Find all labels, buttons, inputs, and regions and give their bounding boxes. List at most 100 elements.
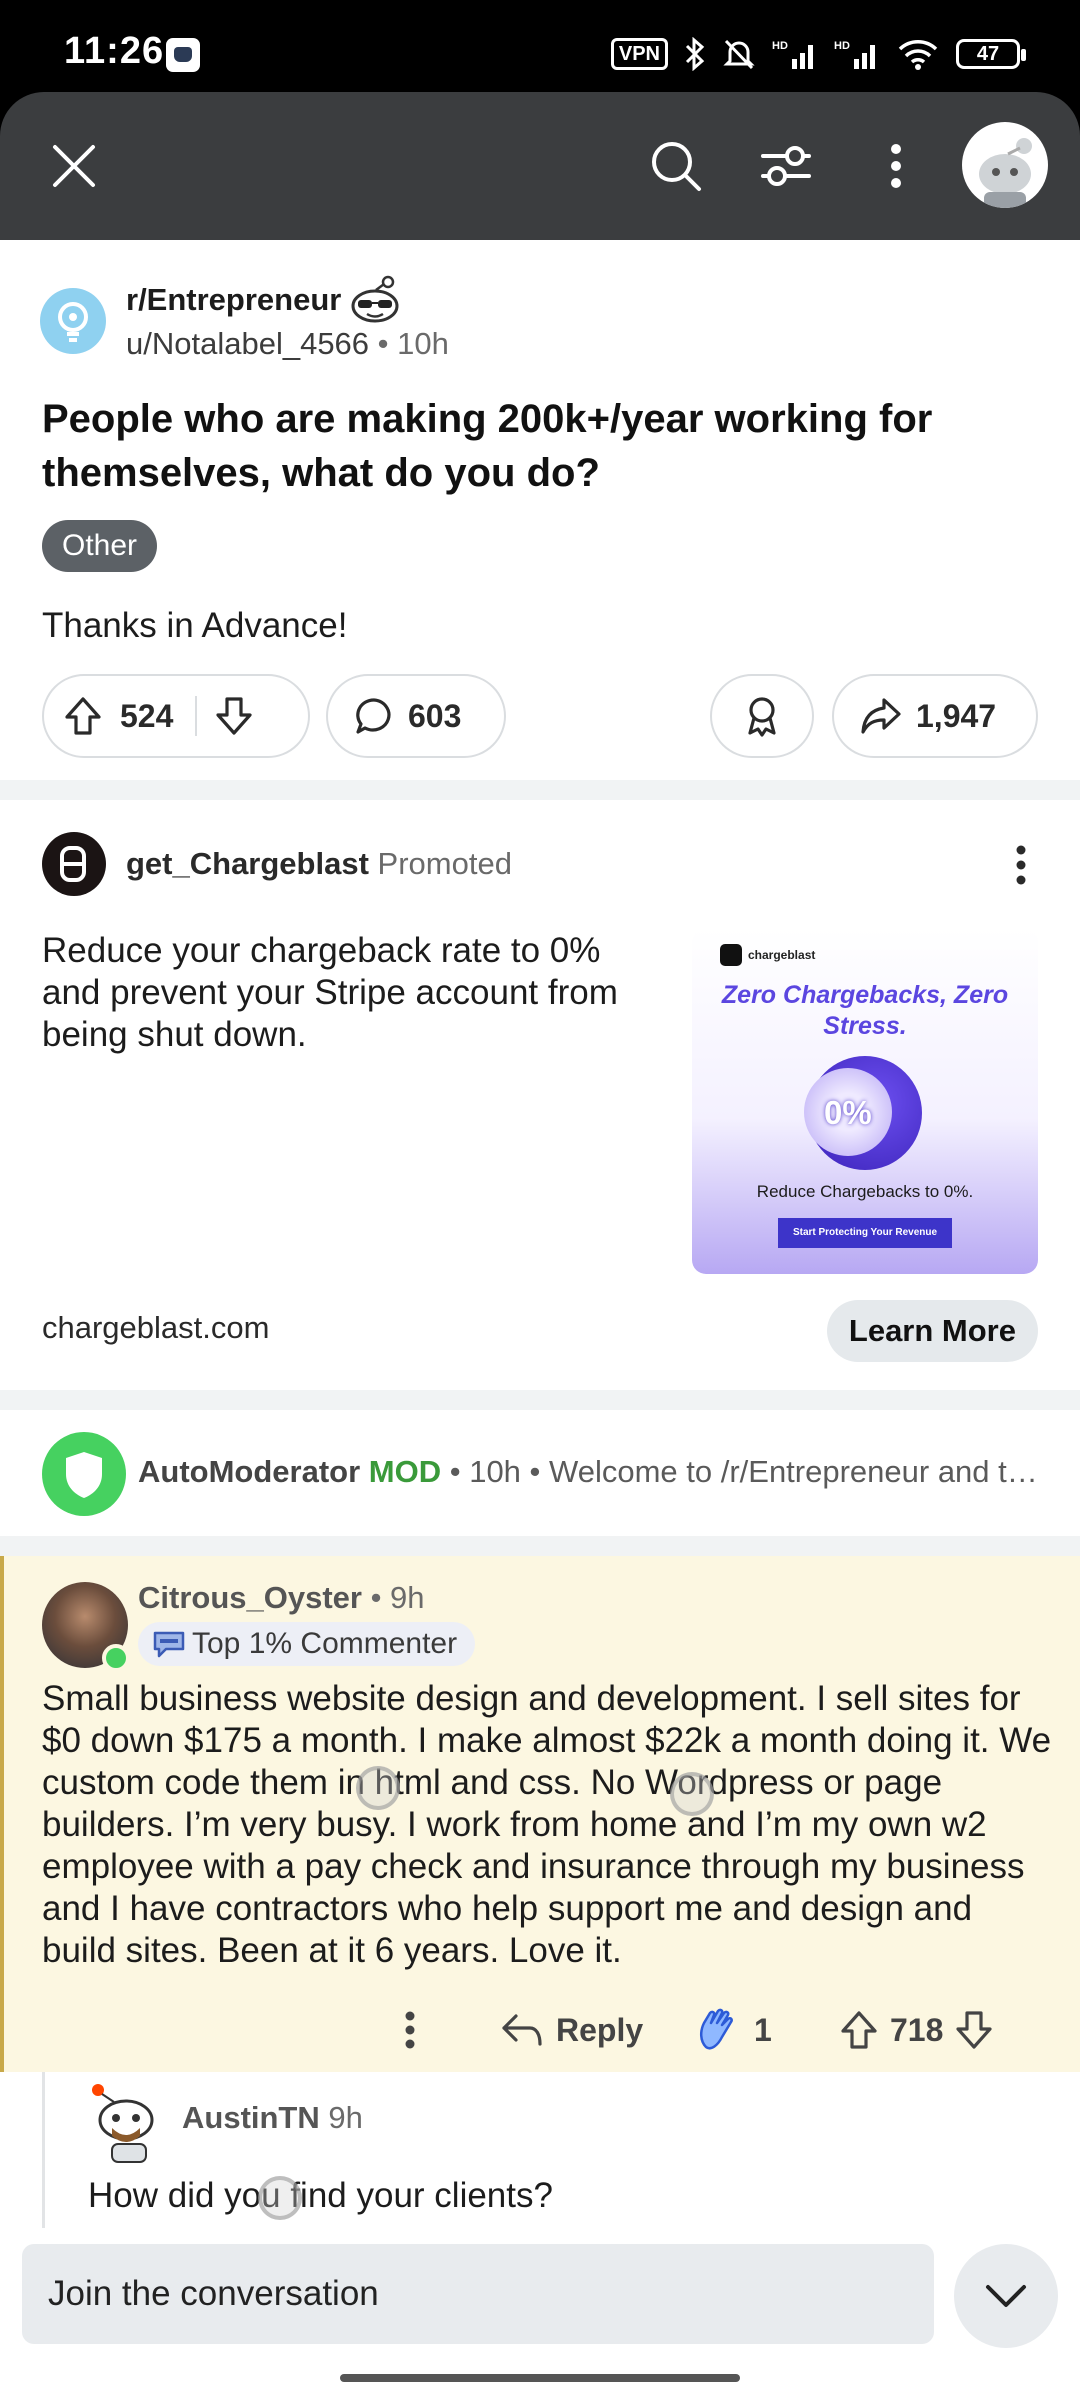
comment-award[interactable]: 1 — [696, 2000, 772, 2060]
search-button[interactable] — [636, 126, 716, 206]
clapping-hands-icon — [700, 2008, 733, 2050]
comment-bubble-icon — [356, 698, 391, 734]
comment-vote: 718 — [840, 2000, 993, 2060]
vpn-icon: VPN — [610, 38, 668, 70]
ad-image[interactable]: chargeblast Zero Chargebacks, Zero Stres… — [692, 928, 1038, 1274]
comment-more-button[interactable] — [404, 2000, 428, 2060]
advertiser-name-line: get_Chargeblast Promoted — [126, 846, 512, 882]
badge-label: Top 1% Commenter — [192, 1627, 458, 1660]
promoted-ad: get_Chargeblast Promoted Reduce your cha… — [0, 800, 1080, 1392]
award-icon — [748, 697, 776, 737]
upvote-icon[interactable] — [840, 2010, 878, 2050]
sort-filter-button[interactable] — [746, 126, 826, 206]
search-icon — [652, 142, 701, 191]
subreddit-name[interactable]: r/Entrepreneur — [126, 282, 341, 318]
signal-2-icon: HD — [834, 40, 875, 69]
chargeblast-logo-icon — [60, 846, 86, 882]
comment-count: 603 — [408, 697, 462, 734]
comment-score: 718 — [890, 2011, 944, 2048]
comment-body: Small business website design and develo… — [42, 1679, 1052, 1970]
share-icon — [861, 698, 901, 734]
battery-icon: 47 — [956, 39, 1026, 69]
promoted-label: Promoted — [377, 846, 512, 881]
ad-more-button[interactable] — [996, 840, 1046, 890]
ad-text: Reduce your chargeback rate to 0% and pr… — [42, 931, 618, 1054]
vote-bar: 524 — [42, 674, 310, 758]
share-button[interactable]: 1,947 — [832, 674, 1038, 758]
reply-author[interactable]: AustinTN — [182, 2100, 320, 2135]
wifi-icon — [898, 40, 938, 70]
ad-image-percent: 0% — [824, 1094, 872, 1131]
snoo-sunglasses-icon — [351, 275, 399, 323]
bottom-bar: Join the conversation — [0, 2228, 1080, 2400]
more-vertical-icon — [1016, 845, 1026, 885]
comment-author[interactable]: Citrous_Oyster — [138, 1580, 362, 1615]
lightbulb-icon — [58, 302, 88, 342]
close-button[interactable] — [34, 126, 114, 206]
user-avatar[interactable] — [962, 122, 1048, 208]
thread-line[interactable] — [42, 2072, 45, 2228]
bluetooth-icon — [685, 37, 705, 71]
ad-domain[interactable]: chargeblast.com — [42, 1310, 269, 1346]
online-indicator — [102, 1644, 130, 1672]
chargeblast-mark-icon — [720, 944, 742, 966]
subreddit-icon[interactable] — [40, 288, 106, 354]
automod-meta: • 10h • Welcome to /r/Entrepreneur and t… — [449, 1454, 1038, 1489]
upvote-icon[interactable] — [64, 696, 102, 736]
comment: Citrous_Oyster • 9h Top 1% Commenter Sma… — [0, 1556, 1080, 2072]
join-conversation-input[interactable]: Join the conversation — [22, 2244, 934, 2344]
reply-icon — [502, 2014, 542, 2046]
ad-image-caption: Reduce Chargebacks to 0%. — [756, 1182, 974, 1201]
automod-comment[interactable]: AutoModerator MOD • 10h • Welcome to /r/… — [0, 1410, 1080, 1536]
reply-button[interactable]: Reply — [500, 2000, 643, 2060]
section-divider — [0, 780, 1080, 800]
post-score: 524 — [120, 697, 174, 734]
overflow-menu-button[interactable] — [856, 126, 936, 206]
section-divider — [0, 1536, 1080, 1556]
post-flair[interactable]: Other — [42, 520, 158, 572]
status-time: 11:26 — [64, 30, 165, 72]
status-icons: VPN HD HD 47 — [610, 34, 1026, 74]
post-author[interactable]: u/Notalabel_4566 — [126, 326, 369, 361]
post-body: Thanks in Advance! — [42, 606, 348, 645]
svg-text:HD: HD — [772, 40, 788, 52]
share-count: 1,947 — [916, 697, 997, 734]
comment-author-line: Citrous_Oyster • 9h — [138, 1580, 425, 1616]
section-divider — [0, 1390, 1080, 1410]
award-button[interactable] — [710, 674, 814, 758]
automod-line: AutoModerator MOD • 10h • Welcome to /r/… — [138, 1454, 1038, 1490]
reply-body: How did you find your clients? — [88, 2176, 553, 2215]
close-icon — [53, 145, 95, 187]
ad-image-brand: chargeblast — [720, 944, 815, 966]
mute-bell-icon — [723, 39, 755, 70]
snoo-avatar-icon[interactable] — [86, 2082, 168, 2164]
notification-app-icon — [166, 38, 200, 72]
reply-label: Reply — [556, 2011, 644, 2048]
reply-age: 9h — [328, 2100, 363, 2135]
ad-image-cta: Start Protecting Your Revenue — [778, 1218, 952, 1248]
home-indicator[interactable] — [340, 2374, 740, 2382]
vote-separator — [195, 696, 198, 736]
learn-more-button[interactable]: Learn More — [826, 1300, 1038, 1362]
top-commenter-badge[interactable]: Top 1% Commenter — [138, 1622, 476, 1666]
status-bar: 11:26 VPN HD HD 47 — [0, 0, 1080, 92]
mod-badge: MOD — [368, 1454, 442, 1489]
downvote-icon[interactable] — [215, 696, 253, 736]
touch-indicator — [356, 1766, 400, 1810]
ad-image-headline: Zero Chargebacks, Zero Stress. — [721, 981, 1009, 1040]
award-count: 1 — [754, 2011, 772, 2048]
advertiser-logo[interactable] — [42, 832, 106, 896]
automod-name[interactable]: AutoModerator — [138, 1454, 360, 1489]
advertiser-name[interactable]: get_Chargeblast — [126, 846, 369, 881]
snoo-avatar-icon — [979, 138, 1032, 208]
touch-indicator — [670, 1772, 714, 1816]
downvote-icon[interactable] — [955, 2010, 993, 2050]
post-title: People who are making 200k+/year working… — [42, 397, 933, 495]
chevron-down-icon — [986, 2285, 1026, 2307]
post-author-line: u/Notalabel_4566 • 10h — [126, 326, 449, 362]
reply-comment: AustinTN 9h How did you find your client… — [0, 2072, 1080, 2228]
collapse-button[interactable] — [954, 2244, 1058, 2348]
comments-button[interactable]: 603 — [326, 674, 506, 758]
ad-image-brand-text: chargeblast — [748, 948, 816, 962]
svg-text:HD: HD — [834, 40, 850, 52]
